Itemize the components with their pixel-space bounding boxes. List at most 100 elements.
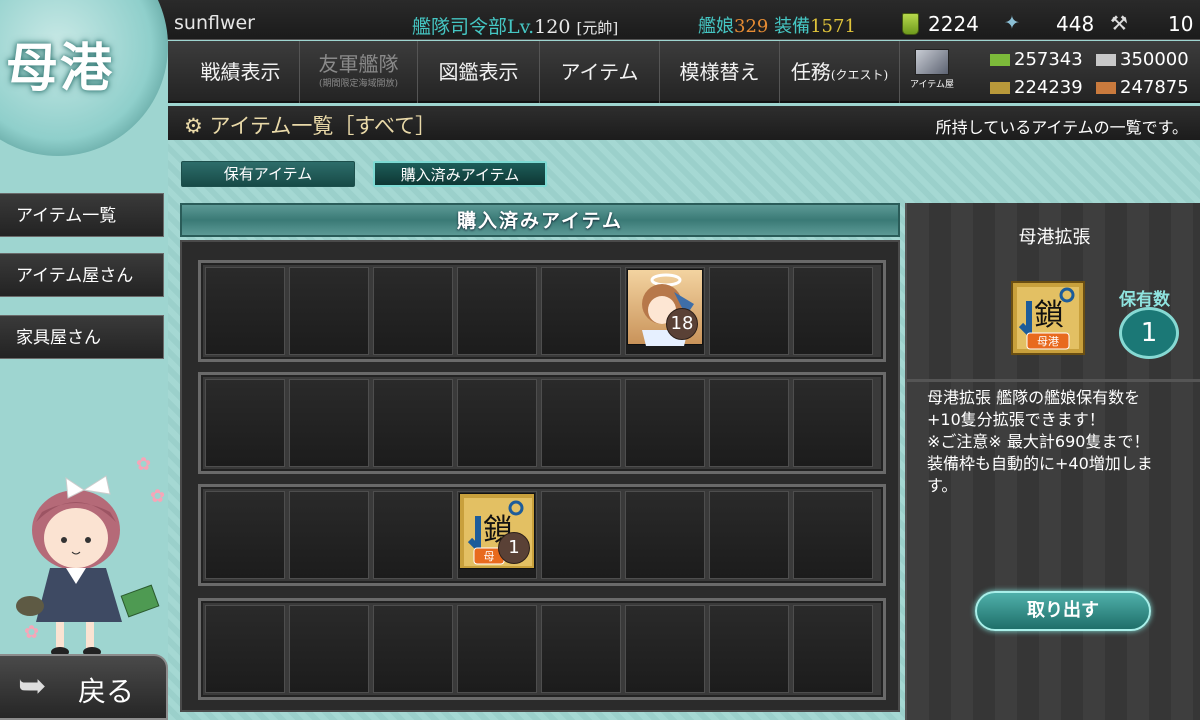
shelf-row [198, 372, 886, 474]
hq-label: 艦隊司令部 [412, 16, 508, 38]
ships-count: 329 [734, 16, 769, 37]
back-arrow-icon: ➥ [18, 666, 47, 706]
sidebar-item-list[interactable]: アイテム一覧 [0, 193, 164, 237]
menu-friend-fleet-sub: (期間限定海域開放) [318, 79, 399, 89]
port-expansion-item[interactable]: 鎖母1 [459, 493, 535, 569]
page-title: ⚙ アイテム一覧［すべて］ [184, 110, 436, 140]
shelf-row: 18 [198, 260, 886, 362]
shelf-slot[interactable] [205, 267, 285, 355]
take-out-button[interactable]: 取り出す [975, 591, 1151, 631]
detail-icon-label: 母港 [1037, 335, 1059, 348]
shelf-slot[interactable] [205, 379, 285, 467]
sidebar-item-shop[interactable]: アイテム屋さん [0, 253, 164, 297]
dev-material-count: 10 [1168, 12, 1194, 36]
build-material-count: 448 [1056, 12, 1095, 36]
bauxite-resource: 247875 [1096, 77, 1189, 98]
hammer-icon: ⚒ [1110, 11, 1128, 35]
item-count-badge: 1 [498, 532, 530, 564]
shelf-slot[interactable] [289, 605, 369, 693]
rank: [元帥] [576, 19, 619, 37]
menu-friend-fleet[interactable]: 友軍艦隊 (期間限定海域開放) [300, 41, 418, 103]
shelf-slot[interactable] [709, 379, 789, 467]
item-shop-label: アイテム屋 [909, 80, 955, 90]
menu-record[interactable]: 戦績表示 [182, 41, 300, 103]
menu-quests-label: 任務 [790, 60, 831, 84]
shelf-slot[interactable] [625, 491, 705, 579]
menu-encyclopedia[interactable]: 図鑑表示 [418, 41, 540, 103]
ammo-value: 224239 [1014, 77, 1083, 98]
shelf-slot[interactable] [205, 491, 285, 579]
item-count-badge: 18 [666, 308, 698, 340]
tab-purchased-items[interactable]: 購入済みアイテム [373, 161, 547, 187]
shelf-slot[interactable] [205, 605, 285, 693]
level-value: 120 [534, 16, 571, 38]
menu-decorate[interactable]: 模様替え [660, 41, 780, 103]
shelf-slot[interactable] [457, 605, 537, 693]
sidebar-item-furniture[interactable]: 家具屋さん [0, 315, 164, 359]
menu-items[interactable]: アイテム [540, 41, 660, 103]
shelf-slot[interactable] [373, 379, 453, 467]
tab-owned-items[interactable]: 保有アイテム [181, 161, 355, 187]
shelf-slot[interactable] [541, 605, 621, 693]
steel-icon [1096, 54, 1116, 66]
shelf-slot[interactable] [793, 605, 873, 693]
page-title-text: アイテム一覧［すべて］ [209, 114, 437, 138]
equip-label: 装備 [774, 16, 811, 37]
menu-friend-fleet-label: 友軍艦隊 [318, 52, 399, 76]
detail-item-name: 母港拡張 [1018, 227, 1091, 248]
shelf-slot[interactable] [793, 491, 873, 579]
gear-icon: ⚙ [184, 114, 203, 138]
shelf-slot[interactable] [289, 379, 369, 467]
shelf-slot[interactable] [373, 491, 453, 579]
shelf-slot[interactable] [793, 267, 873, 355]
fuel-icon [990, 54, 1010, 66]
steel-value: 350000 [1120, 49, 1189, 70]
hq-level: 艦隊司令部Lv.120 [元帥] [412, 12, 618, 39]
shelf-slot[interactable] [793, 379, 873, 467]
secretary-chibi[interactable] [6, 472, 176, 662]
steel-resource: 350000 [1096, 49, 1189, 70]
shelf-slot[interactable] [457, 267, 537, 355]
level-prefix: Lv. [507, 16, 535, 38]
shelf-slot[interactable] [625, 605, 705, 693]
bucket-icon [902, 13, 919, 35]
bauxite-icon [1096, 82, 1116, 94]
owned-count: 1 [1119, 307, 1179, 359]
detail-divider [907, 379, 1200, 382]
fuel-resource: 257343 [990, 49, 1083, 70]
shelf-slot[interactable] [709, 267, 789, 355]
equip-count: 1571 [810, 16, 856, 37]
shelf-slot[interactable] [541, 267, 621, 355]
bucket-count: 2224 [928, 12, 979, 36]
flame-icon: ✦ [1004, 12, 1020, 34]
shelf-slot[interactable] [709, 605, 789, 693]
shelf-slot[interactable] [709, 491, 789, 579]
detail-description: 母港拡張 艦隊の艦娘保有数を +10隻分拡張できます！ ※ご注意※ 最大計690… [927, 388, 1153, 495]
sub-header: ⚙ アイテム一覧［すべて］ 所持しているアイテムの一覧です。 [168, 106, 1200, 140]
shelf-slot[interactable] [457, 379, 537, 467]
item-shop-button[interactable]: アイテム屋 [904, 47, 960, 99]
ammo-resource: 224239 [990, 77, 1083, 98]
shelf-slot[interactable] [289, 267, 369, 355]
port-expansion-icon: 鎖 母港 [1011, 281, 1085, 355]
mamiya-item[interactable]: 18 [627, 269, 703, 346]
fuel-value: 257343 [1014, 49, 1083, 70]
shop-house-icon [915, 49, 949, 75]
shelf-slot[interactable] [625, 379, 705, 467]
bauxite-value: 247875 [1120, 77, 1189, 98]
shelf-row [198, 598, 886, 700]
menu-quests-sub: (クエスト) [830, 68, 889, 82]
shelf-slot[interactable] [289, 491, 369, 579]
svg-text:母: 母 [484, 550, 495, 563]
ammo-icon [990, 82, 1010, 94]
shelf-slot[interactable] [541, 491, 621, 579]
shelf-slot[interactable] [541, 379, 621, 467]
back-button[interactable]: ➥ 戻る [0, 654, 168, 720]
detail-icon-kanji: 鎖 [1034, 298, 1064, 333]
ships-label: 艦娘 [698, 16, 734, 37]
shelf-slot[interactable] [373, 605, 453, 693]
menu-quests[interactable]: 任務(クエスト) [780, 41, 900, 103]
shelf-slot[interactable] [373, 267, 453, 355]
page-description: 所持しているアイテムの一覧です。 [935, 118, 1188, 137]
section-header: 購入済みアイテム [180, 203, 900, 237]
